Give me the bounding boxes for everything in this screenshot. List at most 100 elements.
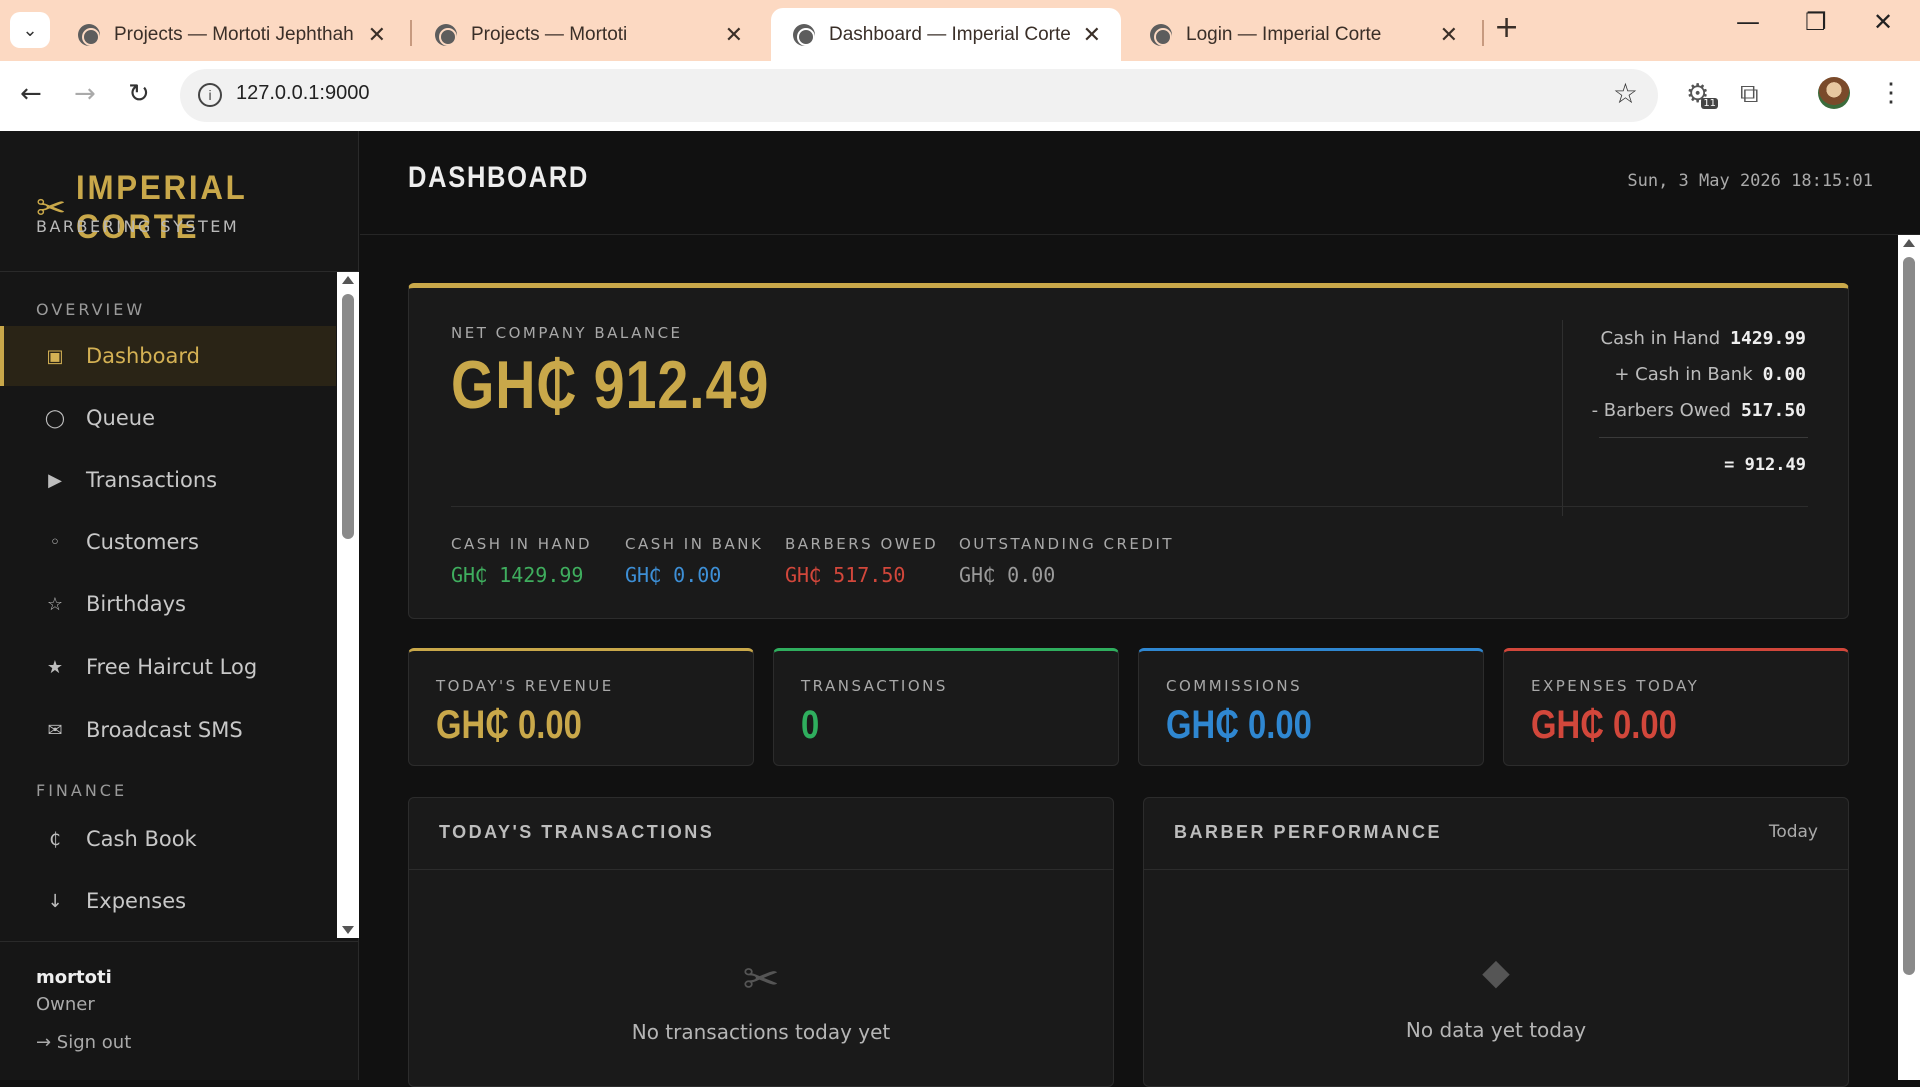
forward-arrow-icon[interactable]: → [74,79,96,109]
globe-icon [793,23,815,46]
star-icon: ★ [46,656,64,678]
net-balance-value: GH₵ 912.49 [451,347,770,423]
sidebar-item-label: Transactions [86,468,218,492]
empty-state-text: No data yet today [1405,1018,1587,1042]
divider [451,506,1808,507]
sidebar-item-free-haircut-log[interactable]: ★ Free Haircut Log [0,637,336,697]
browser-tab-3-active[interactable]: Dashboard — Imperial Corte ✕ [771,8,1121,61]
new-tab-plus-icon[interactable]: + [1494,10,1519,45]
square-icon: ▣ [46,345,64,367]
scrollbar-thumb[interactable] [342,294,354,539]
sidebar-item-broadcast-sms[interactable]: ✉ Broadcast SMS [0,700,336,760]
sidebar-item-label: Birthdays [86,592,186,616]
net-balance-label: NET COMPANY BALANCE [451,324,683,342]
sidebar-scrollbar[interactable] [337,272,359,938]
sidebar-item-label: Expenses [86,889,187,913]
top-header: DASHBOARD Sun, 3 May 2026 18:15:01 [360,131,1920,235]
browser-tab-2[interactable]: Projects — Mortoti ✕ [413,8,763,61]
stat-value: GH₵ 0.00 [1166,703,1312,747]
scroll-down-arrow[interactable] [342,926,354,934]
address-url[interactable]: 127.0.0.1:9000 [236,82,369,105]
sidebar-nav: OVERVIEW ▣ Dashboard ◯ Queue ▶ Transacti… [0,272,336,938]
star-outline-icon: ☆ [46,593,64,615]
translate-extension-icon[interactable]: ⚙11 [1686,79,1719,109]
back-arrow-icon[interactable]: ← [20,79,42,109]
sidebar-item-label: Queue [86,406,155,430]
calc-value: 1429.99 [1730,328,1806,349]
calc-label: Cash in Hand [1600,328,1721,349]
calc-value: 517.50 [1740,400,1806,421]
tab-search-button[interactable]: ⌄ [10,12,50,48]
address-bar[interactable]: i 127.0.0.1:9000 ☆ [180,69,1658,122]
dot-icon: ◦ [49,531,61,553]
stat-label: TRANSACTIONS [801,677,948,695]
extension-badge: 11 [1701,98,1719,109]
panel-title: TODAY'S TRANSACTIONS [439,822,715,842]
sidebar-item-label: Cash Book [86,827,197,851]
globe-icon [1150,23,1172,46]
reload-icon[interactable]: ↻ [128,79,150,109]
calc-row-barbers-owed: - Barbers Owed 517.50 [1592,400,1806,421]
sidebar-item-cash-book[interactable]: ₵ Cash Book [0,809,336,869]
window-close-icon[interactable]: ✕ [1873,8,1893,36]
datetime-display: Sun, 3 May 2026 18:15:01 [1627,171,1873,191]
scrollbar-thumb[interactable] [1903,257,1915,975]
close-icon[interactable]: ✕ [1440,22,1458,48]
profile-avatar[interactable] [1818,77,1850,109]
sidebar-item-label: Broadcast SMS [86,718,243,742]
play-icon: ▶ [48,469,62,491]
panel-header: TODAY'S TRANSACTIONS [409,798,1113,870]
breakdown-value: GH₵ 517.50 [785,563,906,587]
arrow-down-icon: ↓ [47,890,63,912]
nav-section-overview: OVERVIEW [36,300,146,319]
browser-tab-1[interactable]: Projects — Mortoti Jephthah ✕ [56,8,406,61]
sidebar-item-label: Free Haircut Log [86,655,258,679]
stat-card-commissions: COMMISSIONS GH₵ 0.00 [1138,648,1484,766]
browser-tab-4[interactable]: Login — Imperial Corte ✕ [1128,8,1478,61]
bookmark-star-icon[interactable]: ☆ [1613,77,1638,110]
scroll-up-arrow[interactable] [1903,239,1915,247]
panel-header: BARBER PERFORMANCE Today [1144,798,1848,870]
period-filter[interactable]: Today [1769,822,1818,842]
close-icon[interactable]: ✕ [725,22,743,48]
breakdown-barbers-owed: BARBERS OWED GH₵ 517.50 [785,534,938,587]
sidebar-item-customers[interactable]: ◦ Customers [0,512,336,572]
scissors-icon: ✂ [742,954,780,1005]
sidebar-item-dashboard[interactable]: ▣ Dashboard [0,326,336,386]
breakdown-label: CASH IN HAND [451,535,593,553]
breakdown-cash-in-bank: CASH IN BANK GH₵ 0.00 [625,534,763,587]
user-name: mortoti [36,967,112,988]
divider [1599,437,1808,438]
main-scrollbar[interactable] [1898,235,1920,1080]
chevron-down-icon: ⌄ [22,19,38,41]
browser-menu-icon[interactable]: ⋮ [1878,77,1904,108]
stat-value: GH₵ 0.00 [1531,703,1677,747]
sidebar-item-birthdays[interactable]: ☆ Birthdays [0,574,336,634]
site-info-icon[interactable]: i [198,83,222,107]
user-role: Owner [36,994,95,1015]
circle-icon: ◯ [44,407,66,429]
breakdown-value: GH₵ 1429.99 [451,563,584,587]
sidebar-item-label: Dashboard [86,344,200,368]
scroll-up-arrow[interactable] [342,276,354,284]
close-icon[interactable]: ✕ [368,22,386,48]
breakdown-value: GH₵ 0.00 [625,563,722,587]
close-icon[interactable]: ✕ [1083,22,1101,48]
breakdown-value: GH₵ 0.00 [959,563,1056,587]
page-title: DASHBOARD [408,161,590,194]
sign-out-link[interactable]: → Sign out [36,1032,131,1053]
breakdown-label: OUTSTANDING CREDIT [959,535,1175,553]
restore-icon[interactable]: ❐ [1805,8,1827,36]
sidebar-item-queue[interactable]: ◯ Queue [0,388,336,448]
todays-transactions-panel: TODAY'S TRANSACTIONS ✂ No transactions t… [408,797,1114,1087]
minimize-icon[interactable]: — [1736,8,1760,36]
envelope-icon: ✉ [47,719,63,741]
extensions-puzzle-icon[interactable]: ⧉ [1740,79,1759,110]
sidebar-item-transactions[interactable]: ▶ Transactions [0,450,336,510]
barber-performance-panel: BARBER PERFORMANCE Today ◆ No data yet t… [1143,797,1849,1087]
main-content: DASHBOARD Sun, 3 May 2026 18:15:01 NET C… [360,131,1920,1087]
tab-title: Projects — Mortoti [471,23,628,45]
divider [0,941,359,942]
sidebar-item-expenses[interactable]: ↓ Expenses [0,871,336,931]
cedi-icon: ₵ [49,828,61,850]
